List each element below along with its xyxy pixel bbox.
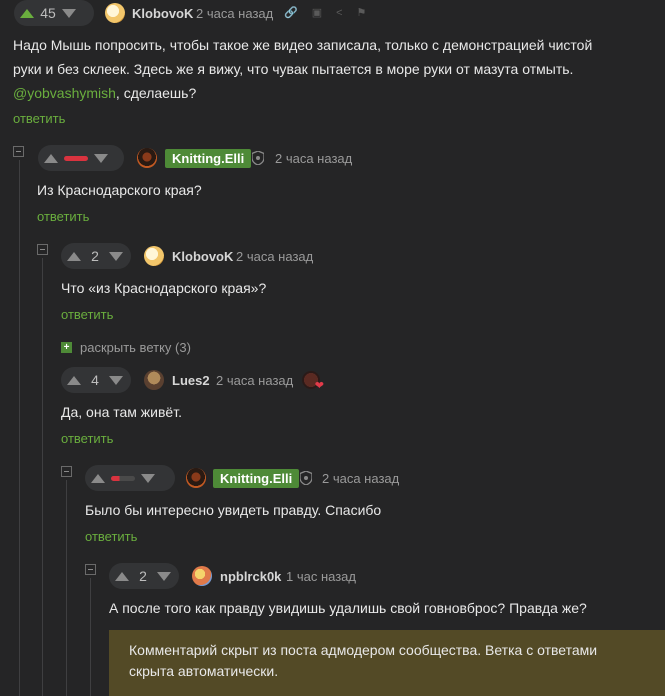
comment-text: Было бы интересно увидеть правду. Спасиб… — [85, 502, 382, 518]
hidden-notice-line: скрыта автоматически. — [129, 663, 279, 679]
comment-actions: 🔗 ▣ < ⚑ — [284, 6, 367, 20]
comment-text: Надо Мышь попросить, чтобы такое же виде… — [13, 33, 653, 105]
collapse-button[interactable] — [85, 564, 96, 575]
expand-thread-label: раскрыть ветку (3) — [80, 340, 191, 355]
share-icon[interactable]: < — [336, 7, 342, 19]
save-icon[interactable]: ▣ — [312, 6, 322, 19]
upvote-icon[interactable] — [67, 251, 81, 261]
negative-rating-bar — [64, 155, 88, 161]
comment-text: А после того как правду увидишь удалишь … — [109, 600, 587, 616]
avatar[interactable] — [144, 246, 164, 266]
collapse-button[interactable] — [13, 146, 24, 157]
author-name[interactable]: Knitting.Elli — [165, 149, 252, 168]
expand-thread-button[interactable]: + раскрыть ветку (3) — [61, 340, 191, 355]
hidden-notice-line: Комментарий скрыт из поста адмодером соо… — [129, 642, 598, 658]
vote-widget: 4 — [61, 367, 131, 393]
flag-icon[interactable]: ⚑ — [357, 6, 367, 19]
comment-time[interactable]: 2 часа назад — [322, 471, 399, 486]
vote-count: 2 — [139, 568, 147, 584]
author-name[interactable]: KlobovoK — [132, 6, 193, 21]
avatar[interactable] — [105, 3, 125, 23]
reply-button[interactable]: ответить — [37, 209, 89, 224]
avatar[interactable] — [144, 370, 164, 390]
downvote-icon[interactable] — [62, 8, 76, 18]
user-mention[interactable]: @yobvashymish — [13, 85, 116, 101]
avatar[interactable] — [192, 566, 212, 586]
shield-icon — [300, 471, 312, 485]
comment-time[interactable]: 2 часа назад — [275, 151, 352, 166]
comment-text: Что «из Краснодарского края»? — [61, 280, 267, 296]
vote-widget: 2 — [61, 243, 131, 269]
award-heart-icon[interactable] — [302, 371, 324, 392]
shield-icon — [252, 151, 264, 165]
reply-button[interactable]: ответить — [61, 431, 113, 446]
comment-time[interactable]: 2 часа назад — [236, 249, 313, 264]
comment-time[interactable]: 2 часа назад — [196, 6, 273, 21]
reply-button[interactable]: ответить — [85, 529, 137, 544]
collapse-button[interactable] — [61, 466, 72, 477]
reply-button[interactable]: ответить — [61, 307, 113, 322]
upvote-icon[interactable] — [91, 473, 105, 483]
vote-widget — [85, 465, 175, 491]
vote-count: 4 — [91, 372, 99, 388]
downvote-icon[interactable] — [157, 571, 171, 581]
author-name[interactable]: npblrck0k — [220, 569, 281, 584]
comment-text: Из Краснодарского края? — [37, 182, 202, 198]
avatar[interactable] — [186, 468, 206, 488]
upvote-icon[interactable] — [115, 571, 129, 581]
comment-time[interactable]: 2 часа назад — [216, 373, 293, 388]
vote-widget: 45 — [14, 0, 94, 26]
thread-line — [19, 160, 20, 696]
comment-text-line: Надо Мышь попросить, чтобы такое же виде… — [13, 37, 593, 53]
downvote-icon[interactable] — [141, 473, 155, 483]
vote-widget: 2 — [109, 563, 179, 589]
vote-count: 2 — [91, 248, 99, 264]
comment-text-line: руки и без склеек. Здесь же я вижу, что … — [13, 61, 574, 77]
upvote-icon[interactable] — [20, 8, 34, 18]
upvote-icon[interactable] — [67, 375, 81, 385]
comment-text: Да, она там живёт. — [61, 404, 182, 420]
vote-widget — [38, 145, 124, 171]
author-name[interactable]: KlobovoK — [172, 249, 233, 264]
author-name[interactable]: Lues2 — [172, 373, 210, 388]
downvote-icon[interactable] — [109, 375, 123, 385]
reply-button[interactable]: ответить — [13, 111, 65, 126]
downvote-icon[interactable] — [109, 251, 123, 261]
thread-line — [66, 480, 67, 696]
upvote-icon[interactable] — [44, 153, 58, 163]
link-icon[interactable]: 🔗 — [284, 6, 298, 19]
avatar[interactable] — [137, 148, 157, 168]
vote-count: 45 — [40, 5, 56, 21]
comment-text-rest: , сделаешь? — [115, 85, 197, 101]
comment-text-line: @yobvashymish, сделаешь? — [13, 81, 653, 105]
comment-time[interactable]: 1 час назад — [286, 569, 356, 584]
hidden-comment-notice: Комментарий скрыт из поста адмодером соо… — [109, 630, 665, 696]
negative-rating-bar — [111, 475, 135, 481]
thread-line — [90, 578, 91, 696]
plus-icon: + — [61, 342, 72, 353]
thread-line — [42, 258, 43, 696]
downvote-icon[interactable] — [94, 153, 108, 163]
collapse-button[interactable] — [37, 244, 48, 255]
author-name[interactable]: Knitting.Elli — [213, 469, 300, 488]
